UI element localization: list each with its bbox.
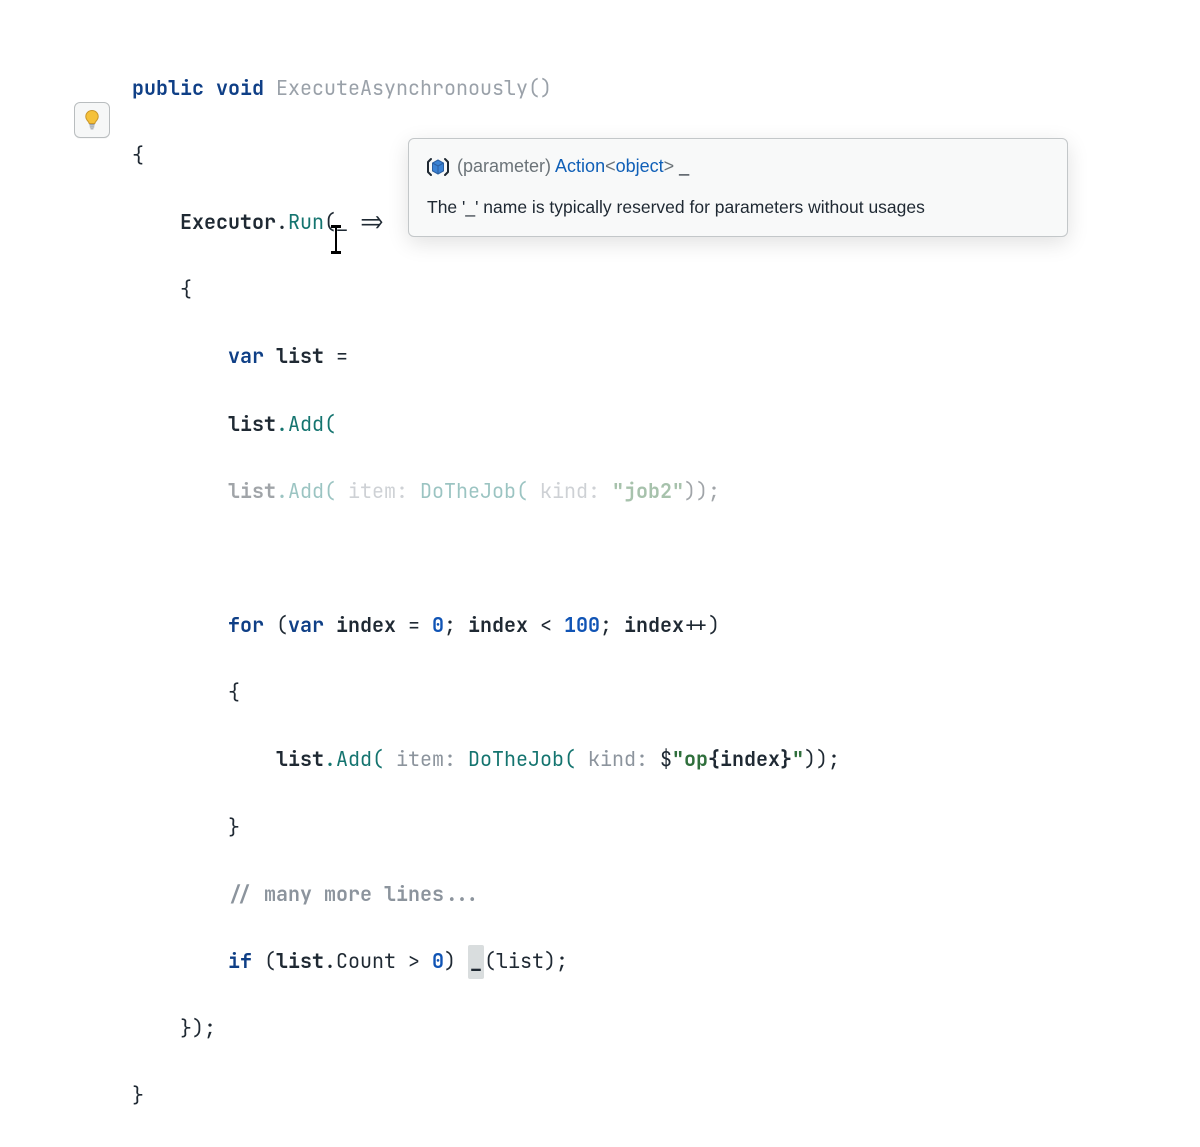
inlay-hint: item: xyxy=(336,478,420,504)
code-line: for (var index = 0; index < 100; index++… xyxy=(132,609,840,643)
inlay-hint: item: xyxy=(384,746,468,772)
inlay-hint: kind: xyxy=(528,478,612,504)
quick-fix-bulb[interactable] xyxy=(74,102,110,138)
parameter-info-tooltip: (parameter) Action<object> _ The '_' nam… xyxy=(408,138,1068,237)
code-line: var list = xyxy=(132,340,840,374)
code-line xyxy=(132,542,840,576)
tooltip-description: The '_' name is typically reserved for p… xyxy=(427,194,1049,220)
lambda-param-usage[interactable]: _ xyxy=(468,945,484,979)
keyword-void: void xyxy=(216,75,264,101)
method-call: Run xyxy=(288,209,324,235)
tooltip-type: Action xyxy=(555,156,605,176)
code-line: } xyxy=(132,1079,840,1113)
comment: // many more lines... xyxy=(228,881,480,907)
code-line: list.Add( xyxy=(132,408,840,442)
code-line: } xyxy=(132,811,840,845)
code-line: // many more lines... xyxy=(132,878,840,912)
code-line: public void ExecuteAsynchronously() xyxy=(132,72,840,106)
code-line: }); xyxy=(132,1012,840,1046)
code-line: list.Add( item: DoTheJob( kind: $"op{ind… xyxy=(132,743,840,777)
inlay-hint: kind: xyxy=(576,746,660,772)
parameter-struct-icon xyxy=(427,157,449,177)
lightbulb-icon xyxy=(82,109,102,131)
lambda-parameter[interactable]: _ xyxy=(336,209,348,235)
code-line-obscured: list.Add( item: DoTheJob( kind: "job2"))… xyxy=(132,475,840,509)
keyword-public: public xyxy=(132,75,204,101)
tooltip-param-name: _ xyxy=(679,156,689,176)
code-line: if (list.Count > 0) _(list); xyxy=(132,945,840,979)
tooltip-type-arg: object xyxy=(616,156,664,176)
code-line: { xyxy=(132,273,840,307)
method-declaration: ExecuteAsynchronously xyxy=(276,75,528,101)
code-line: { xyxy=(132,676,840,710)
type-ref: Executor xyxy=(180,209,276,235)
tooltip-kind-label: (parameter) xyxy=(457,156,551,176)
